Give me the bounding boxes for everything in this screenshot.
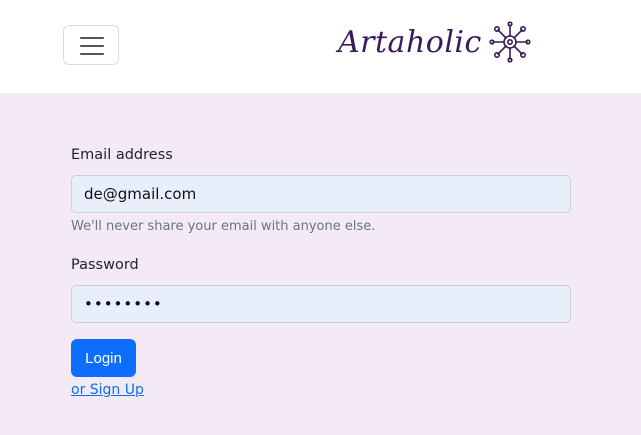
email-help-text: We'll never share your email with anyone… [71,219,376,234]
password-field[interactable]: •••••••• [71,285,571,323]
brand-name: Artaholic [338,24,482,60]
password-label: Password [71,257,139,273]
menu-toggle-button[interactable] [63,25,119,65]
email-field[interactable]: de@gmail.com [71,175,571,213]
email-label: Email address [71,147,173,163]
hamburger-menu-icon [80,37,104,39]
password-field-value: •••••••• [84,295,163,313]
navbar: Artaholic [0,0,641,93]
email-field-value: de@gmail.com [84,185,197,203]
login-button[interactable]: Login [71,339,136,377]
hamburger-menu-icon-bar [80,53,104,55]
brand-logo-link[interactable]: Artaholic [338,18,532,66]
sign-up-link[interactable]: or Sign Up [71,382,144,398]
hamburger-menu-icon-bar [80,45,104,47]
login-form-section: Email address de@gmail.com We'll never s… [0,93,641,435]
flower-splash-logo-icon [489,21,531,63]
